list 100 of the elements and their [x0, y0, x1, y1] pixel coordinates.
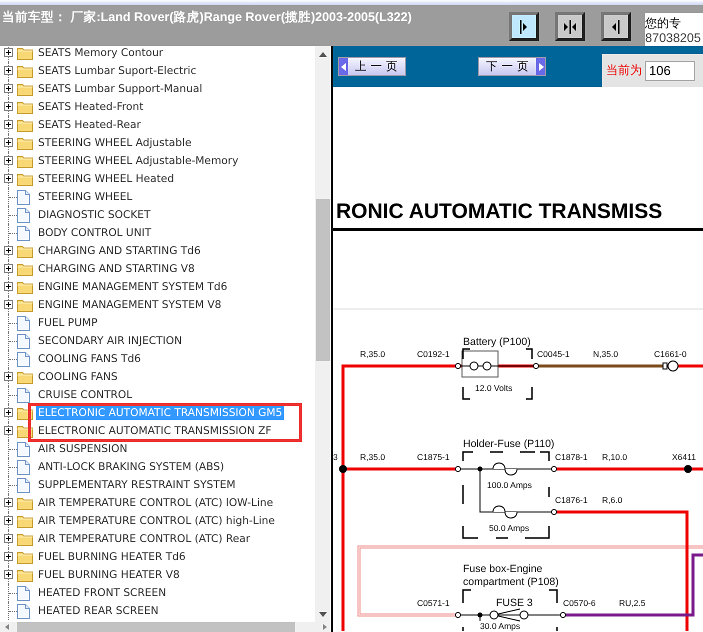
folder-icon: [17, 514, 33, 528]
tree-item[interactable]: STEERING WHEEL Heated: [36, 172, 176, 186]
folder-icon: [17, 370, 33, 384]
component-label: compartment (P108): [463, 576, 559, 588]
tree-item[interactable]: ENGINE MANAGEMENT SYSTEM Td6: [36, 280, 230, 294]
expand-icon[interactable]: [4, 282, 13, 291]
document-heading: RONIC AUTOMATIC TRANSMISS: [335, 199, 664, 225]
tree-item[interactable]: FUEL PUMP: [36, 316, 100, 330]
connector-label: C1875-1: [417, 452, 450, 462]
folder-icon: [17, 172, 33, 186]
scroll-thumb[interactable]: [17, 622, 295, 632]
tree-item[interactable]: COOLING FANS: [36, 370, 120, 384]
expand-icon[interactable]: [4, 516, 13, 525]
tree-item[interactable]: STEERING WHEEL: [36, 190, 134, 204]
tree-item[interactable]: HEATED FRONT SCREEN: [36, 586, 168, 600]
view-toggle-button[interactable]: [554, 12, 585, 41]
vertical-scrollbar[interactable]: [315, 46, 331, 622]
expand-icon[interactable]: [4, 498, 13, 507]
tree-item[interactable]: CHARGING AND STARTING Td6: [36, 244, 203, 258]
panel-arrow-icon: [612, 20, 620, 34]
tree-item[interactable]: SEATS Memory Contour: [36, 46, 166, 60]
document-icon: [17, 226, 30, 241]
connector-label: X6411: [672, 452, 696, 462]
tree-item[interactable]: AIR TEMPERATURE CONTROL (ATC) Rear: [36, 532, 252, 546]
folder-icon: [17, 46, 33, 60]
expand-icon[interactable]: [4, 408, 13, 417]
tree-item[interactable]: ANTI-LOCK BRAKING SYSTEM (ABS): [36, 460, 226, 474]
expand-icon[interactable]: [4, 570, 13, 579]
expand-icon[interactable]: [4, 534, 13, 543]
tree-item[interactable]: AIR TEMPERATURE CONTROL (ATC) high-Line: [36, 514, 277, 528]
rating-label: 12.0 Volts: [475, 383, 512, 393]
tree-item[interactable]: SUPPLEMENTARY RESTRAINT SYSTEM: [36, 478, 238, 492]
previous-page-button[interactable]: 上 一 页: [338, 57, 406, 76]
expand-icon[interactable]: [4, 138, 13, 147]
tree-item[interactable]: AIR SUSPENSION: [36, 442, 130, 456]
folder-icon: [17, 154, 33, 168]
folder-icon: [17, 568, 33, 582]
document-icon: [17, 604, 30, 619]
view-toggle-button[interactable]: [508, 12, 539, 41]
document-icon: [17, 442, 30, 457]
wire-label: R,35.0: [360, 349, 386, 359]
tree-item[interactable]: DIAGNOSTIC SOCKET: [36, 208, 152, 222]
expand-icon[interactable]: [4, 264, 13, 273]
tree-item[interactable]: ENGINE MANAGEMENT SYSTEM V8: [36, 298, 224, 312]
folder-icon: [17, 280, 33, 294]
expand-icon[interactable]: [4, 426, 13, 435]
expand-icon[interactable]: [4, 102, 13, 111]
tree-item[interactable]: AIR TEMPERATURE CONTROL (ATC) lOW-Line: [36, 496, 276, 510]
folder-icon: [17, 118, 33, 132]
expand-icon[interactable]: [4, 300, 13, 309]
contact-text: 您的专: [645, 16, 682, 31]
tree-item[interactable]: SEATS Heated-Front: [36, 100, 146, 114]
rating-label: 30.0 Amps: [480, 621, 520, 631]
horizontal-scrollbar[interactable]: [0, 622, 331, 632]
wire-label: R,6.0: [602, 495, 622, 505]
tree-item[interactable]: SECONDARY AIR INJECTION: [36, 334, 184, 348]
component-label: Holder-Fuse (P110): [463, 438, 554, 450]
tree-item[interactable]: COOLING FANS Td6: [36, 352, 143, 366]
rating-label: 100.0 Amps: [487, 480, 532, 490]
tree-item[interactable]: SEATS Lumbar Suport-Electric: [36, 64, 198, 78]
tree-item[interactable]: CRUISE CONTROL: [36, 388, 134, 402]
folder-icon: [17, 496, 33, 510]
scroll-thumb[interactable]: [316, 199, 330, 361]
document-icon: [17, 190, 30, 205]
tree-item[interactable]: FUEL BURNING HEATER V8: [36, 568, 182, 582]
expand-icon[interactable]: [4, 552, 13, 561]
expand-icon[interactable]: [4, 156, 13, 165]
next-page-button[interactable]: 下 一 页: [478, 57, 546, 76]
page-number-field[interactable]: 106: [645, 60, 695, 80]
document-icon: [17, 478, 30, 493]
document-icon: [17, 388, 30, 403]
expand-icon[interactable]: [4, 48, 13, 57]
component-label: Fuse box-Engine: [463, 563, 542, 575]
folder-icon: [17, 64, 33, 78]
panel-arrow-icon: [520, 20, 528, 34]
folder-icon: [17, 262, 33, 276]
tree-item[interactable]: SEATS Heated-Rear: [36, 118, 143, 132]
expand-icon[interactable]: [4, 246, 13, 255]
expand-icon[interactable]: [4, 174, 13, 183]
document-icon: [17, 334, 30, 349]
tree-item[interactable]: CHARGING AND STARTING V8: [36, 262, 197, 276]
expand-icon[interactable]: [4, 372, 13, 381]
tree-item[interactable]: BODY CONTROL UNIT: [36, 226, 154, 240]
component-label: FUSE 3: [496, 597, 533, 609]
connector-label: C0571-1: [417, 598, 450, 608]
expand-icon[interactable]: [4, 120, 13, 129]
tree-item[interactable]: STEERING WHEEL Adjustable-Memory: [36, 154, 240, 168]
connector-label: C0570-6: [563, 598, 596, 608]
expand-icon[interactable]: [4, 66, 13, 75]
view-toggle-button[interactable]: [600, 12, 631, 41]
rating-label: 50.0 Amps: [489, 523, 530, 533]
tree-item[interactable]: FUEL BURNING HEATER Td6: [36, 550, 188, 564]
tree-item[interactable]: SEATS Lumbar Support-Manual: [36, 82, 204, 96]
tree-item[interactable]: HEATED REAR SCREEN: [36, 604, 161, 618]
contact-text: 87038205: [645, 31, 702, 46]
junction-dot: [684, 465, 692, 473]
expand-icon[interactable]: [4, 84, 13, 93]
tree-item[interactable]: ELECTRONIC AUTOMATIC TRANSMISSION ZF: [36, 424, 274, 438]
tree-item[interactable]: STEERING WHEEL Adjustable: [36, 136, 194, 150]
panel-arrow-icon: [564, 20, 576, 34]
